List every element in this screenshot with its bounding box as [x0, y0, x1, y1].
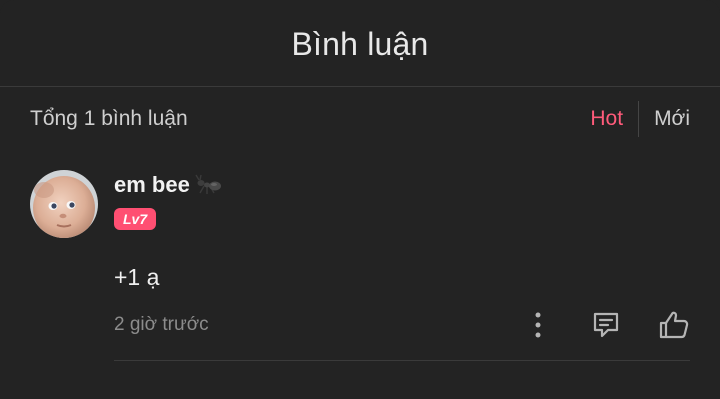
comments-toolbar: Tổng 1 bình luận Hot Mới [30, 88, 690, 150]
comment-divider [114, 360, 690, 361]
avatar-image [30, 170, 98, 238]
comment-content: +1 ạ [114, 264, 160, 290]
more-vertical-icon [535, 312, 541, 338]
comment-timestamp: 2 giờ trước [114, 314, 209, 335]
more-options-button[interactable] [522, 309, 554, 341]
header: Bình luận [0, 0, 720, 87]
sort-tab-new[interactable]: Mới [639, 107, 690, 131]
comment-count: Tổng 1 bình luận [30, 107, 188, 130]
level-badge: Lv7 [114, 208, 157, 230]
page-title: Bình luận [291, 25, 429, 62]
reply-comment-icon [593, 312, 619, 338]
ant-icon [193, 174, 223, 196]
avatar[interactable] [30, 170, 98, 238]
comment-actions [522, 309, 690, 341]
comment-meta-row: 2 giờ trước [114, 308, 690, 342]
like-button[interactable] [658, 309, 690, 341]
comment-username-row: em bee [114, 172, 223, 198]
thumbs-up-icon [659, 311, 689, 339]
sort-tab-hot[interactable]: Hot [590, 107, 638, 131]
comment-username[interactable]: em bee [114, 172, 190, 198]
reply-button[interactable] [590, 309, 622, 341]
sort-tabs: Hot Mới [590, 100, 690, 138]
comments-sheet: Bình luận Tổng 1 bình luận Hot Mới em be… [0, 0, 720, 399]
